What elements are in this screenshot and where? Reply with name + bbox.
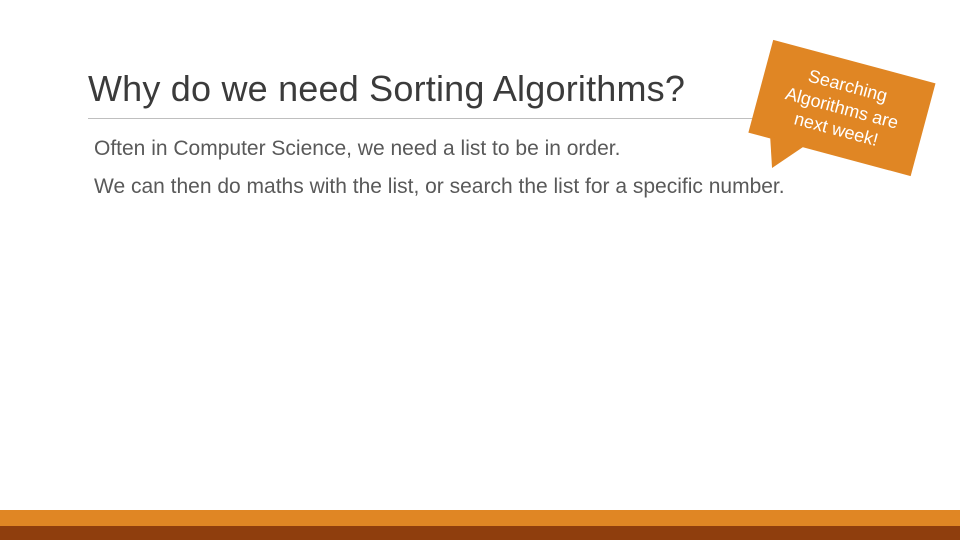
slide: Why do we need Sorting Algorithms? Often… [0, 0, 960, 540]
body-paragraph: We can then do maths with the list, or s… [94, 173, 832, 201]
slide-body: Often in Computer Science, we need a lis… [88, 135, 872, 202]
callout-text: Searching Algorithms are next week! [783, 66, 900, 150]
footer-bar [0, 510, 960, 540]
body-paragraph: Often in Computer Science, we need a lis… [94, 135, 832, 163]
footer-bar-orange [0, 510, 960, 526]
footer-bar-brown [0, 526, 960, 540]
callout-box: Searching Algorithms are next week! [749, 40, 936, 176]
callout: Searching Algorithms are next week! [749, 40, 936, 176]
